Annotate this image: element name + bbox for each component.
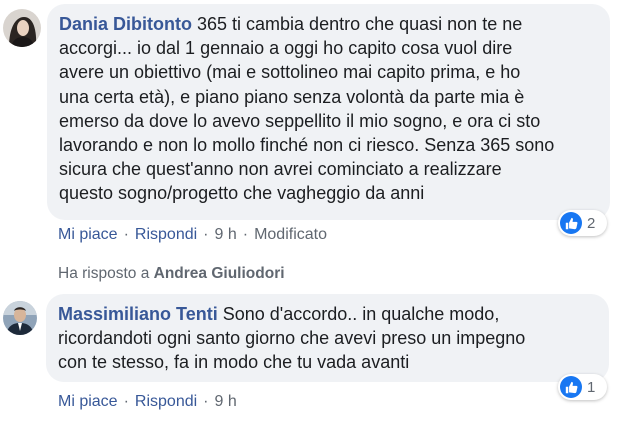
timestamp[interactable]: 9 h bbox=[215, 393, 237, 410]
avatar-dania-dibitonto[interactable] bbox=[3, 9, 41, 47]
comment-actions: Mi piace · Rispondi · 9 h · Modificato bbox=[58, 226, 327, 244]
reply-link[interactable]: Rispondi bbox=[135, 393, 197, 410]
separator: · bbox=[242, 226, 249, 243]
comment-bubble: Dania Dibitonto 365 ti cambia dentro che… bbox=[47, 4, 610, 220]
profile-photo-icon bbox=[3, 301, 37, 335]
reaction-count: 1 bbox=[587, 378, 596, 396]
timestamp[interactable]: 9 h bbox=[215, 226, 237, 243]
comment-author[interactable]: Massimiliano Tenti bbox=[58, 304, 218, 324]
comment-author[interactable]: Dania Dibitonto bbox=[59, 14, 192, 34]
reply-link[interactable]: Rispondi bbox=[135, 226, 197, 243]
reply-notice-prefix: Ha risposto a bbox=[58, 265, 154, 282]
reaction-count: 2 bbox=[587, 214, 596, 232]
like-reaction-icon bbox=[560, 212, 582, 234]
like-link[interactable]: Mi piace bbox=[58, 393, 118, 410]
comment-line: ricordandoti ogni santo giorno che avevi… bbox=[58, 328, 526, 349]
reply-notice: Ha risposto a Andrea Giuliodori bbox=[58, 265, 285, 283]
comment-actions: Mi piace · Rispondi · 9 h bbox=[58, 393, 237, 411]
separator: · bbox=[123, 226, 129, 243]
comment-line: avere un obiettivo (mai e sottolineo mai… bbox=[59, 62, 521, 83]
comment-line: lavorando e non lo mollo finché non ci r… bbox=[59, 135, 555, 156]
separator: · bbox=[123, 393, 129, 410]
reply-notice-name[interactable]: Andrea Giuliodori bbox=[154, 265, 285, 282]
comment-text: Massimiliano Tenti Sono d'accordo.. in q… bbox=[58, 302, 597, 375]
comment-line: questo sogno/progetto che vagheggio da a… bbox=[59, 183, 425, 204]
comment-bubble: Massimiliano Tenti Sono d'accordo.. in q… bbox=[46, 294, 609, 382]
profile-photo-icon bbox=[3, 9, 41, 47]
comment-line: 365 ti cambia dentro che quasi non te ne bbox=[192, 14, 523, 34]
comment-line: sicura che quest'anno non avrei comincia… bbox=[59, 159, 502, 180]
avatar-massimiliano-tenti[interactable] bbox=[3, 301, 37, 335]
separator: · bbox=[203, 393, 209, 410]
separator: · bbox=[203, 226, 209, 243]
comment-line: accorgi... io dal 1 gennaio a oggi ho ca… bbox=[59, 38, 513, 59]
like-reaction-icon bbox=[560, 376, 582, 398]
reaction-count-badge[interactable]: 2 bbox=[558, 210, 607, 236]
edited-label[interactable]: Modificato bbox=[254, 226, 327, 243]
like-link[interactable]: Mi piace bbox=[58, 226, 118, 243]
comment-line: con te stesso, fa in modo che tu vada av… bbox=[58, 352, 410, 373]
comment-line: una certa età), e piano piano senza volo… bbox=[59, 86, 525, 107]
comment-line: Sono d'accordo.. in qualche modo, bbox=[217, 304, 500, 324]
comment-line: emerso da dove lo avevo seppellito il mi… bbox=[59, 110, 541, 131]
comment-text: Dania Dibitonto 365 ti cambia dentro che… bbox=[59, 12, 598, 206]
reaction-count-badge[interactable]: 1 bbox=[558, 374, 607, 400]
